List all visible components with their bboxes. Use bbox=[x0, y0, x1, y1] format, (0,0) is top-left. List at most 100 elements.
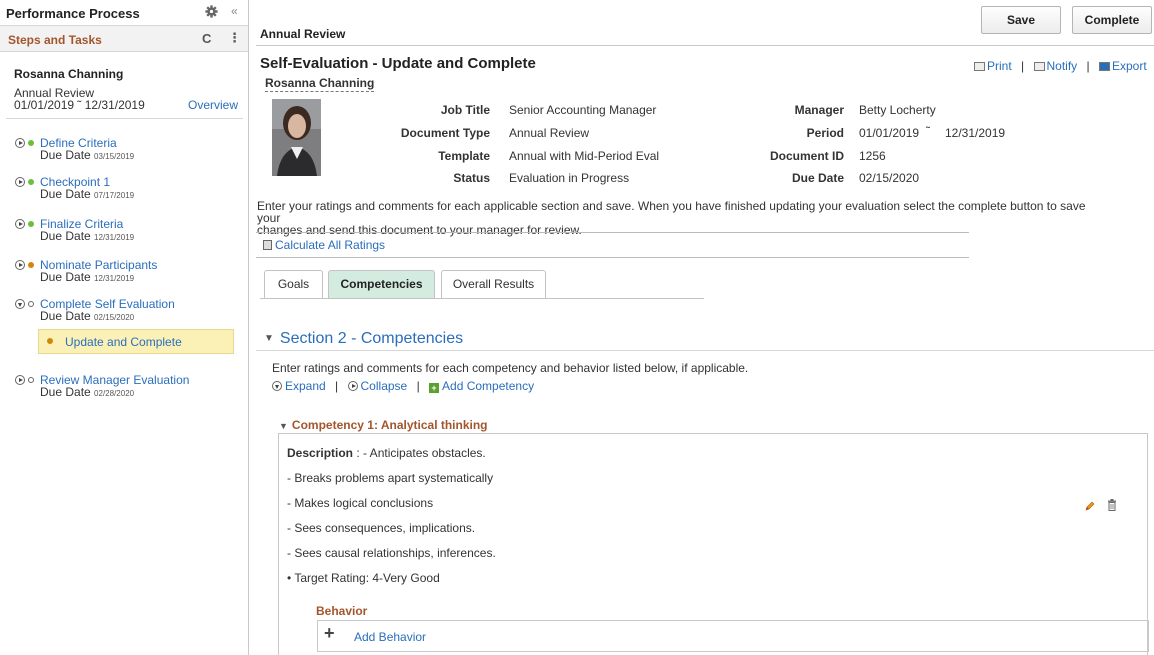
divider bbox=[256, 45, 1154, 46]
divider bbox=[6, 118, 243, 119]
overview-link[interactable]: Overview bbox=[188, 98, 238, 112]
due-date: 03/15/2019 bbox=[94, 152, 135, 161]
export-icon bbox=[1099, 62, 1110, 71]
description-line: - Sees causal relationships, inferences. bbox=[287, 546, 496, 560]
period-separator: ˜ bbox=[926, 124, 930, 138]
chevron-down-icon: ▼ bbox=[264, 333, 274, 344]
task-link[interactable]: Update and Complete bbox=[65, 335, 182, 349]
envelope-icon bbox=[1033, 62, 1045, 71]
export-link[interactable]: Export bbox=[1112, 59, 1147, 73]
expand-icon bbox=[272, 381, 282, 391]
trash-icon[interactable] bbox=[1107, 499, 1117, 511]
expand-icon[interactable] bbox=[15, 219, 25, 229]
current-task-item[interactable]: Update and Complete bbox=[38, 329, 234, 354]
section-header[interactable]: ▼ Section 2 - Competencies bbox=[264, 330, 463, 348]
competency-header[interactable]: ▼ Competency 1: Analytical thinking bbox=[279, 418, 488, 432]
due-date: 12/31/2019 bbox=[94, 233, 135, 242]
save-button[interactable]: Save bbox=[981, 6, 1061, 34]
due-date: 07/17/2019 bbox=[94, 191, 135, 200]
steps-tasks-bar: Steps and Tasks C ⋮ bbox=[0, 26, 248, 52]
sidebar-person-name: Rosanna Channing bbox=[14, 67, 124, 81]
document-id-label: Document ID bbox=[769, 149, 844, 163]
print-link[interactable]: Print bbox=[987, 59, 1012, 73]
due-date: 12/31/2019 bbox=[94, 274, 135, 283]
breadcrumb: Annual Review bbox=[260, 27, 346, 41]
status-dot-icon bbox=[28, 221, 34, 227]
sidebar-title: Performance Process bbox=[6, 6, 140, 21]
due-date: 02/15/2020 bbox=[94, 313, 135, 322]
target-rating-text: Target Rating: 4-Very Good bbox=[294, 571, 440, 585]
add-behavior-link[interactable]: Add Behavior bbox=[354, 630, 426, 644]
status-dot-icon bbox=[28, 262, 34, 268]
due-date-value: 02/15/2020 bbox=[859, 171, 920, 185]
gear-icon[interactable] bbox=[205, 5, 218, 18]
status-dot-icon bbox=[28, 140, 34, 146]
tab-goals[interactable]: Goals bbox=[264, 270, 323, 298]
collapse-icon[interactable] bbox=[15, 299, 25, 309]
period-label: Period bbox=[806, 126, 844, 140]
instructions-line: Enter your ratings and comments for each… bbox=[257, 199, 1086, 225]
page-title: Self-Evaluation - Update and Complete bbox=[260, 55, 536, 72]
due-label: Due Date bbox=[40, 309, 91, 323]
plus-icon[interactable]: + bbox=[324, 623, 335, 644]
due-label: Due Date bbox=[40, 148, 91, 162]
behavior-panel: + Add Behavior bbox=[317, 620, 1149, 652]
due-date-label: Due Date bbox=[791, 171, 844, 185]
calculate-all-ratings-link[interactable]: Calculate All Ratings bbox=[275, 238, 385, 252]
divider bbox=[256, 350, 1154, 351]
job-title-value: Senior Accounting Manager bbox=[509, 103, 657, 117]
instructions: Enter your ratings and comments for each… bbox=[257, 200, 1107, 236]
description-line: - Sees consequences, implications. bbox=[287, 521, 476, 535]
section-actions: Expand | Collapse | + Add Competency bbox=[272, 379, 534, 393]
document-actions: Print | Notify | Export bbox=[974, 59, 1147, 73]
pencil-icon[interactable] bbox=[1085, 501, 1095, 511]
expand-icon[interactable] bbox=[15, 138, 25, 148]
tab-competencies[interactable]: Competencies bbox=[328, 270, 435, 298]
due-date: 02/28/2020 bbox=[94, 389, 135, 398]
template-label: Template bbox=[438, 149, 490, 163]
add-icon: + bbox=[429, 383, 440, 393]
status-dot-icon bbox=[28, 377, 34, 383]
competency-description: Description : - Anticipates obstacles. bbox=[287, 446, 486, 460]
add-competency-link[interactable]: Add Competency bbox=[442, 379, 534, 393]
expand-icon[interactable] bbox=[15, 177, 25, 187]
description-text: : - Anticipates obstacles. bbox=[353, 446, 486, 460]
competency-title: Competency 1: Analytical thinking bbox=[291, 418, 488, 432]
chevron-down-icon: ▼ bbox=[279, 421, 288, 431]
collapse-sidebar-icon[interactable]: « bbox=[231, 4, 238, 18]
expand-link[interactable]: Expand bbox=[285, 379, 326, 393]
due-label: Due Date bbox=[40, 270, 91, 284]
more-options-icon[interactable]: ⋮ bbox=[228, 30, 241, 46]
description-line: - Breaks problems apart systematically bbox=[287, 471, 494, 485]
tab-underline bbox=[260, 298, 704, 299]
expand-icon[interactable] bbox=[15, 375, 25, 385]
description-label: Description bbox=[287, 446, 354, 460]
expand-icon[interactable] bbox=[15, 260, 25, 270]
document-type-value: Annual Review bbox=[509, 126, 590, 140]
due-label: Due Date bbox=[40, 187, 91, 201]
due-label: Due Date bbox=[40, 229, 91, 243]
collapse-link[interactable]: Collapse bbox=[361, 379, 408, 393]
sidebar: Performance Process « Steps and Tasks C … bbox=[0, 0, 249, 655]
status-dot-icon bbox=[28, 179, 34, 185]
manager-value: Betty Locherty bbox=[859, 103, 936, 117]
notify-link[interactable]: Notify bbox=[1047, 59, 1078, 73]
period-end: 12/31/2019 bbox=[945, 126, 1006, 140]
target-rating: • Target Rating: 4-Very Good bbox=[287, 571, 440, 585]
template-value: Annual with Mid-Period Eval bbox=[509, 149, 660, 163]
complete-button[interactable]: Complete bbox=[1072, 6, 1152, 34]
description-line: - Makes logical conclusions bbox=[287, 496, 434, 510]
competency-panel: Description : - Anticipates obstacles. -… bbox=[278, 433, 1149, 655]
tab-overall-results[interactable]: Overall Results bbox=[441, 270, 546, 298]
due-label: Due Date bbox=[40, 385, 91, 399]
calculator-icon bbox=[263, 240, 272, 250]
employee-name[interactable]: Rosanna Channing bbox=[265, 76, 375, 92]
section-title: Section 2 - Competencies bbox=[279, 330, 464, 347]
period-start: 01/01/2019 bbox=[859, 126, 920, 140]
behavior-label: Behavior bbox=[316, 604, 368, 618]
collapse-icon bbox=[347, 381, 358, 391]
document-type-label: Document Type bbox=[400, 126, 490, 140]
refresh-icon[interactable]: C bbox=[202, 31, 211, 46]
status-dot-icon bbox=[28, 301, 34, 307]
status-value: Evaluation in Progress bbox=[509, 171, 630, 185]
